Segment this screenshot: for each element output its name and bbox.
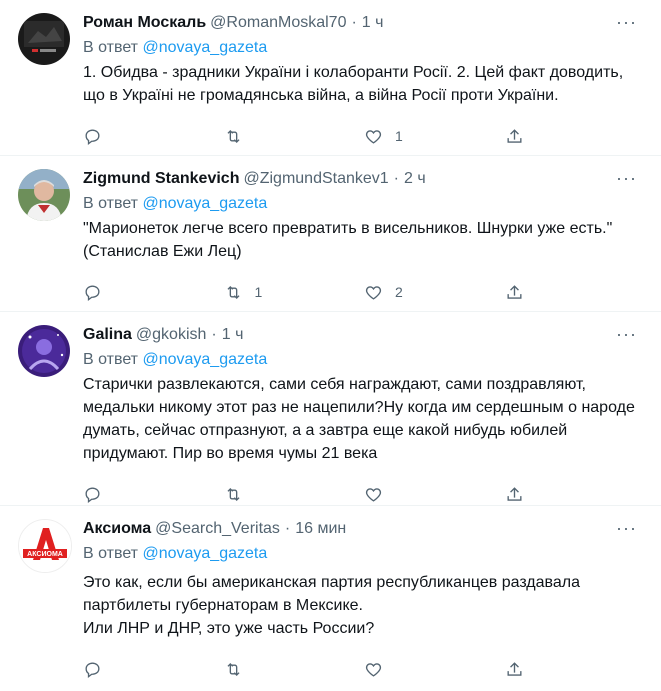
- retweet-count: 1: [254, 284, 263, 300]
- retweet-button[interactable]: 1: [224, 283, 365, 302]
- share-icon: [506, 128, 522, 143]
- action-bar: 1 2: [83, 275, 645, 309]
- like-button[interactable]: 2: [364, 283, 505, 302]
- reply-prefix: В ответ: [83, 351, 139, 368]
- share-button[interactable]: [505, 283, 646, 302]
- share-icon: [506, 486, 522, 501]
- reply-context: В ответ @novaya_gazeta: [83, 37, 645, 59]
- avatar[interactable]: [18, 325, 70, 377]
- tweet[interactable]: ··· Роман Москаль @RomanMoskal70 · 1 ч В…: [0, 0, 661, 156]
- share-button[interactable]: [505, 485, 646, 504]
- reply-button[interactable]: [83, 283, 224, 302]
- separator-dot: ·: [284, 520, 291, 537]
- author-handle[interactable]: @RomanMoskal70: [210, 12, 346, 34]
- author-handle[interactable]: @gkokish: [136, 324, 207, 346]
- action-bar: 1: [83, 119, 645, 153]
- author-name[interactable]: Аксиома: [83, 518, 151, 540]
- avatar-image: [18, 13, 70, 65]
- logo-icon: АКСИОМА: [19, 520, 71, 572]
- more-options-icon[interactable]: ···: [616, 169, 637, 187]
- more-options-icon[interactable]: ···: [616, 325, 637, 343]
- avatar[interactable]: [18, 169, 70, 221]
- reply-prefix: В ответ: [83, 195, 139, 212]
- action-bar: [83, 652, 645, 686]
- reply-context: В ответ @novaya_gazeta: [83, 349, 645, 371]
- more-options-icon[interactable]: ···: [616, 13, 637, 31]
- author-handle[interactable]: @ZigmundStankev1: [243, 168, 388, 190]
- tweet[interactable]: ··· Galina @gkokish · 1 ч В ответ @novay…: [0, 312, 661, 506]
- share-button[interactable]: [505, 660, 646, 679]
- like-count: 2: [395, 284, 403, 300]
- retweet-icon: [226, 285, 240, 299]
- retweet-button[interactable]: [224, 660, 365, 679]
- heart-icon: [365, 662, 382, 677]
- more-options-icon[interactable]: ···: [616, 519, 637, 537]
- like-button[interactable]: 1: [364, 127, 505, 146]
- reply-to-link[interactable]: @novaya_gazeta: [142, 351, 267, 368]
- reply-to-link[interactable]: @novaya_gazeta: [142, 39, 267, 56]
- reply-button[interactable]: [83, 485, 224, 504]
- separator-dot: ·: [351, 14, 357, 31]
- tweet-text: 1. Обидва - зрадники України і колаборан…: [83, 64, 624, 104]
- avatar[interactable]: [18, 13, 70, 65]
- reply-prefix: В ответ: [83, 39, 139, 56]
- author-handle[interactable]: @Search_Veritas: [155, 518, 280, 540]
- heart-icon: [365, 487, 382, 502]
- retweet-button[interactable]: [224, 127, 365, 146]
- like-button[interactable]: [364, 485, 505, 504]
- avatar-image: [18, 325, 70, 377]
- reply-context: В ответ @novaya_gazeta: [83, 193, 645, 215]
- separator-dot: ·: [393, 170, 399, 187]
- share-button[interactable]: [505, 127, 646, 146]
- tweet[interactable]: ··· Zigmund Stankevich @ZigmundStankev1 …: [0, 156, 661, 312]
- retweet-icon: [226, 129, 240, 143]
- like-count: 1: [395, 128, 403, 144]
- heart-icon: [365, 285, 382, 300]
- reply-to-link[interactable]: @novaya_gazeta: [142, 195, 267, 212]
- retweet-icon: [226, 662, 240, 676]
- like-button[interactable]: [364, 660, 505, 679]
- separator-dot: ·: [211, 326, 217, 343]
- tweet-text: Это как, если бы американская партия рес…: [83, 574, 580, 637]
- reply-to-link[interactable]: @novaya_gazeta: [142, 545, 267, 562]
- avatar-image: [18, 169, 70, 221]
- share-icon: [506, 284, 522, 299]
- retweet-icon: [226, 487, 240, 501]
- tweet-text: "Марионеток легче всего превратить в вис…: [83, 220, 613, 260]
- tweet[interactable]: АКСИОМА ··· Аксиома @Search_Veritas · 16…: [0, 506, 661, 691]
- timestamp[interactable]: 16 мин: [295, 518, 346, 540]
- retweet-button[interactable]: [224, 485, 365, 504]
- svg-text:АКСИОМА: АКСИОМА: [27, 551, 63, 558]
- tweet-text: Старички развлекаются, сами себя награжд…: [83, 376, 635, 462]
- reply-button[interactable]: [83, 660, 224, 679]
- reply-context: В ответ @novaya_gazeta: [83, 543, 645, 565]
- timestamp[interactable]: 2 ч: [404, 168, 426, 190]
- reply-icon: [85, 284, 100, 301]
- reply-icon: [85, 661, 100, 678]
- avatar[interactable]: АКСИОМА: [18, 519, 72, 573]
- timestamp[interactable]: 1 ч: [362, 12, 384, 34]
- share-icon: [506, 661, 522, 676]
- author-name[interactable]: Zigmund Stankevich: [83, 168, 239, 190]
- author-name[interactable]: Роман Москаль: [83, 12, 206, 34]
- reply-icon: [85, 128, 100, 145]
- reply-icon: [85, 486, 100, 503]
- author-name[interactable]: Galina: [83, 324, 132, 346]
- reply-button[interactable]: [83, 127, 224, 146]
- heart-icon: [365, 129, 382, 144]
- timestamp[interactable]: 1 ч: [222, 324, 244, 346]
- reply-prefix: В ответ: [83, 545, 139, 562]
